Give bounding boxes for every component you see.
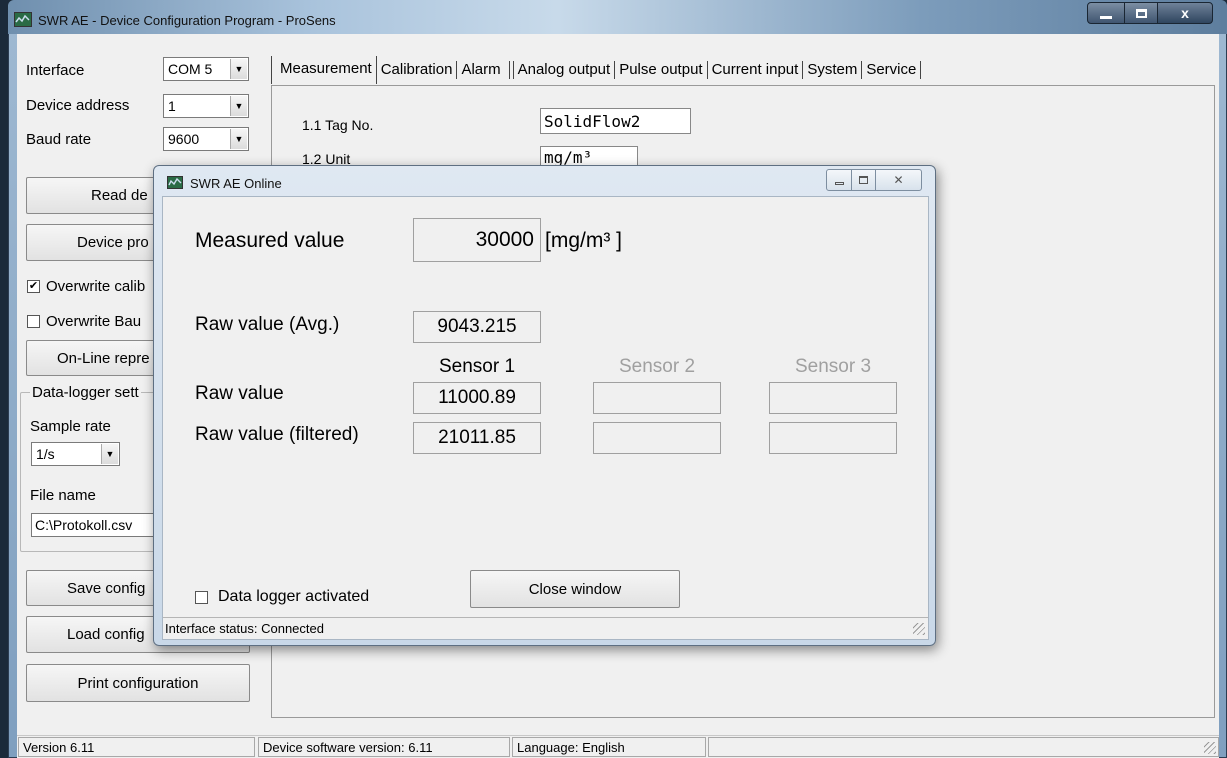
sample-rate-label: Sample rate: [30, 418, 111, 435]
baud-rate-select[interactable]: 9600 ▼: [163, 127, 249, 151]
measured-value-unit: [mg/m³ ]: [545, 229, 622, 252]
interface-select[interactable]: COM 5 ▼: [163, 57, 249, 81]
sample-rate-select[interactable]: 1/s ▼: [31, 442, 120, 466]
close-icon: x: [1181, 5, 1189, 21]
app-icon: [14, 12, 32, 27]
measured-value-display: 30000: [413, 218, 541, 262]
sensor-1-header: Sensor 1: [438, 356, 516, 377]
raw-value-sensor-2: [593, 382, 721, 414]
datalogger-activated-label: Data logger activated: [218, 588, 370, 605]
overwrite-calibration-label: Overwrite calib: [46, 278, 146, 295]
tab-system[interactable]: System: [803, 61, 863, 79]
minimize-icon: [1100, 15, 1112, 19]
raw-value-label: Raw value: [195, 383, 284, 404]
filtered-value-sensor-1: 21011.85: [413, 422, 541, 454]
dialog-minimize-button[interactable]: [826, 169, 852, 191]
status-version: Version 6.11: [18, 737, 255, 757]
overwrite-calibration-checkbox[interactable]: ✔: [27, 280, 40, 293]
baud-rate-label: Baud rate: [26, 131, 92, 148]
overwrite-baud-label: Overwrite Bau: [46, 313, 142, 330]
device-address-value: 1: [168, 98, 176, 114]
raw-value-sensor-3: [769, 382, 897, 414]
dialog-app-icon: [167, 176, 183, 189]
maximize-icon: [1135, 8, 1147, 18]
tab-pulse-output[interactable]: Pulse output: [615, 61, 708, 79]
interface-label: Interface: [26, 62, 85, 79]
dialog-close-button[interactable]: ✕: [875, 169, 922, 191]
baud-rate-value: 9600: [168, 131, 200, 147]
tag-no-input[interactable]: SolidFlow2: [540, 108, 691, 134]
restore-icon: [859, 176, 868, 184]
device-address-label: Device address: [26, 97, 130, 114]
minimize-button[interactable]: [1087, 2, 1125, 24]
filtered-value-sensor-3: [769, 422, 897, 454]
tab-current-input[interactable]: Current input: [708, 61, 804, 79]
tab-strip: Measurement Calibration Alarm Analog out…: [271, 55, 922, 85]
close-button[interactable]: x: [1157, 2, 1213, 24]
chevron-down-icon: ▼: [230, 129, 247, 149]
print-configuration-button[interactable]: Print configuration: [26, 664, 250, 702]
window-title: SWR AE - Device Configuration Program - …: [38, 13, 336, 28]
file-name-input[interactable]: C:\Protokoll.csv: [31, 513, 171, 537]
chevron-down-icon: ▼: [230, 96, 247, 116]
overwrite-baud-checkbox[interactable]: [27, 315, 40, 328]
sensor-3-header: Sensor 3: [794, 356, 872, 377]
measured-value-label: Measured value: [195, 229, 345, 252]
close-icon: ✕: [893, 173, 904, 187]
raw-value-avg-display: 9043.215: [413, 311, 541, 343]
dialog-maximize-button[interactable]: [851, 169, 876, 191]
sensor-2-header: Sensor 2: [618, 356, 696, 377]
maximize-button[interactable]: [1124, 2, 1158, 24]
tab-alarm[interactable]: Alarm: [457, 61, 510, 79]
tab-analog-output[interactable]: Analog output: [512, 61, 616, 79]
tag-no-label: 1.1 Tag No.: [302, 117, 374, 133]
datalogger-activated-checkbox[interactable]: [195, 591, 208, 604]
raw-value-avg-label: Raw value (Avg.): [195, 314, 340, 335]
chevron-down-icon: ▼: [101, 444, 118, 464]
interface-value: COM 5: [168, 61, 213, 77]
filtered-value-sensor-2: [593, 422, 721, 454]
status-device-software: Device software version: 6.11: [258, 737, 510, 757]
tab-service[interactable]: Service: [862, 61, 922, 79]
dialog-resize-grip-icon[interactable]: [913, 623, 925, 635]
device-address-select[interactable]: 1 ▼: [163, 94, 249, 118]
dialog-status: Interface status: Connected: [163, 617, 928, 639]
minimize-icon: [834, 181, 844, 185]
tab-calibration[interactable]: Calibration: [377, 61, 458, 79]
chevron-down-icon: ▼: [230, 59, 247, 79]
datalogger-group-title: Data-logger sett: [30, 384, 141, 401]
sample-rate-value: 1/s: [36, 446, 55, 462]
file-name-label: File name: [30, 487, 96, 504]
close-window-button[interactable]: Close window: [470, 570, 680, 608]
status-language: Language: English: [512, 737, 706, 757]
status-empty-panel: [708, 737, 1219, 757]
raw-value-sensor-1: 11000.89: [413, 382, 541, 414]
tab-measurement[interactable]: Measurement: [271, 56, 377, 84]
dialog-title: SWR AE Online: [190, 176, 282, 191]
resize-grip-icon[interactable]: [1204, 742, 1216, 754]
raw-value-filtered-label: Raw value (filtered): [195, 424, 359, 445]
